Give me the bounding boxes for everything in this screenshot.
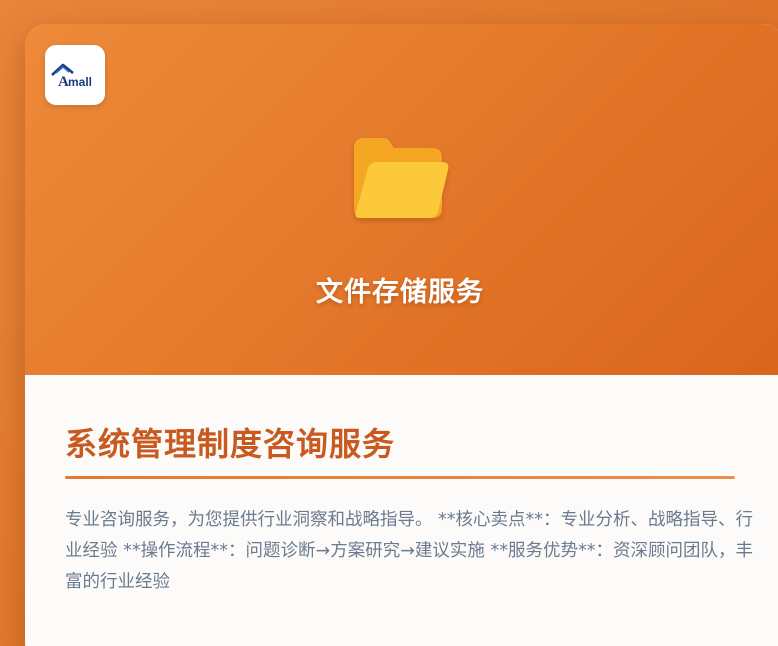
service-card: A mall 文件存储服务 系统管理制度咨询服务 专业咨询服务，为您提供行业洞察… [25,24,778,646]
service-detail: 系统管理制度咨询服务 专业咨询服务，为您提供行业洞察和战略指导。 **核心卖点*… [25,375,778,646]
folder-icon [350,134,450,224]
svg-text:mall: mall [68,75,92,89]
amall-logo-icon: A mall [51,63,92,90]
service-description: 专业咨询服务，为您提供行业洞察和战略指导。 **核心卖点**：专业分析、战略指导… [65,510,754,592]
title-divider [65,476,735,479]
service-title: 系统管理制度咨询服务 [65,425,396,463]
brand-logo[interactable]: A mall [45,45,105,105]
hero-banner: A mall 文件存储服务 [25,24,778,375]
hero-title: 文件存储服务 [316,277,484,308]
